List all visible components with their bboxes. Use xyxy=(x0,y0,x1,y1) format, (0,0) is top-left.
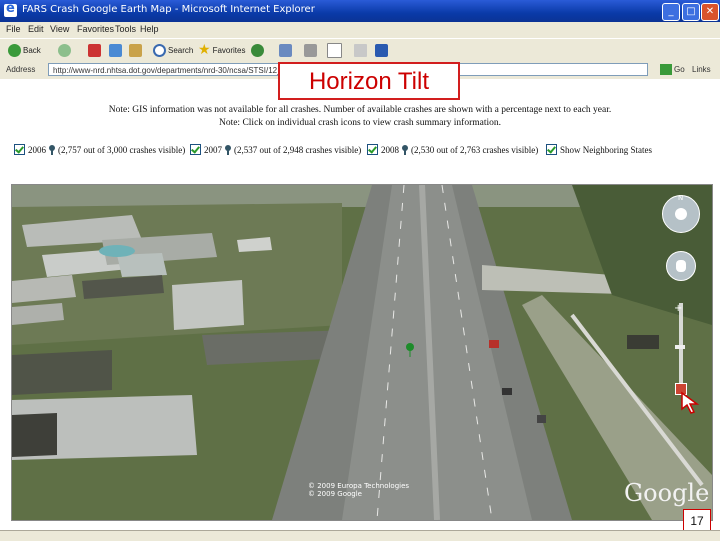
print-icon xyxy=(304,43,317,57)
menu-file[interactable]: File xyxy=(6,24,21,34)
year-count: (2,757 out of 3,000 crashes visible) xyxy=(58,144,186,155)
year-filter-row: 2006 (2,757 out of 3,000 crashes visible… xyxy=(0,143,720,159)
go-icon xyxy=(660,64,672,75)
refresh-icon xyxy=(109,43,122,57)
year-2008-toggle[interactable]: 2008 (2,530 out of 2,763 crashes visible… xyxy=(367,144,538,155)
show-neighbors-toggle[interactable]: Show Neighboring States xyxy=(546,144,652,155)
address-label: Address xyxy=(6,65,36,74)
menu-favorites[interactable]: Favorites xyxy=(77,24,114,34)
status-bar xyxy=(0,530,720,541)
note-click: Note: Click on individual crash icons to… xyxy=(218,118,502,128)
menu-edit[interactable]: Edit xyxy=(28,24,44,34)
discuss-icon xyxy=(354,43,367,57)
year-label: 2008 xyxy=(381,144,399,155)
document-icon xyxy=(327,42,342,58)
checkbox-checked[interactable] xyxy=(14,144,25,155)
aerial-imagery xyxy=(12,185,712,520)
media-button[interactable] xyxy=(251,42,264,58)
hand-icon xyxy=(676,260,686,272)
menu-bar: File Edit View Favorites Tools Help xyxy=(0,22,720,38)
year-2007-toggle[interactable]: 2007 (2,537 out of 2,948 crashes visible… xyxy=(190,144,361,155)
slide-title: Horizon Tilt xyxy=(278,62,460,100)
pin-icon xyxy=(49,144,55,155)
go-button[interactable]: Go xyxy=(674,65,685,74)
google-logo: Google xyxy=(624,479,710,507)
year-label: 2006 xyxy=(28,144,46,155)
title-bar: FARS Crash Google Earth Map - Microsoft … xyxy=(0,0,720,22)
media-icon xyxy=(251,43,264,57)
year-2006-toggle[interactable]: 2006 (2,757 out of 3,000 crashes visible… xyxy=(14,144,185,155)
edit-button[interactable] xyxy=(327,42,342,58)
back-label: Back xyxy=(23,45,41,55)
year-count: (2,537 out of 2,948 crashes visible) xyxy=(234,144,362,155)
checkbox-checked[interactable] xyxy=(546,144,557,155)
home-button[interactable] xyxy=(129,42,142,58)
menu-tools[interactable]: Tools xyxy=(115,24,136,34)
menu-help[interactable]: Help xyxy=(140,24,159,34)
search-label: Search xyxy=(168,45,194,55)
forward-button[interactable] xyxy=(58,42,71,58)
pin-icon xyxy=(402,144,408,155)
mail-icon xyxy=(279,43,292,57)
ie-icon xyxy=(4,1,17,17)
pin-icon xyxy=(225,144,231,155)
year-count: (2,530 out of 2,763 crashes visible) xyxy=(411,144,539,155)
back-button[interactable]: Back xyxy=(8,42,41,58)
zoom-thumb[interactable] xyxy=(675,345,685,349)
favorites-button[interactable]: ★ Favorites xyxy=(198,42,245,58)
earth-map[interactable]: N + © 2009 Europa Technologies © 2009 Go… xyxy=(11,184,713,521)
zoom-in-icon[interactable]: + xyxy=(674,303,682,314)
search-icon xyxy=(153,43,166,57)
toolbar: Back Search ★ Favorites xyxy=(0,38,720,62)
copyright-europa: © 2009 Europa Technologies xyxy=(308,482,410,490)
eye-icon xyxy=(675,208,687,220)
refresh-button[interactable] xyxy=(109,42,122,58)
stop-icon xyxy=(88,43,101,57)
mail-button[interactable] xyxy=(279,42,292,58)
checkbox-checked[interactable] xyxy=(367,144,378,155)
print-button[interactable] xyxy=(304,42,317,58)
checkbox-checked[interactable] xyxy=(190,144,201,155)
links-button[interactable]: Links xyxy=(692,65,711,74)
move-joystick[interactable] xyxy=(666,251,696,281)
messenger-icon xyxy=(375,43,388,57)
forward-arrow-icon xyxy=(58,43,71,57)
neighbors-label: Show Neighboring States xyxy=(560,144,652,155)
window-title: FARS Crash Google Earth Map - Microsoft … xyxy=(22,4,315,15)
discuss-button[interactable] xyxy=(354,42,367,58)
note-gis: Note: GIS information was not available … xyxy=(108,105,612,115)
copyright-google: © 2009 Google xyxy=(308,490,362,498)
star-icon: ★ xyxy=(198,42,211,58)
map-copyright: © 2009 Europa Technologies © 2009 Google xyxy=(308,482,409,498)
home-icon xyxy=(129,43,142,57)
messenger-button[interactable] xyxy=(375,42,388,58)
cursor-arrow-icon xyxy=(681,391,700,414)
minimize-button[interactable]: _ xyxy=(662,3,680,21)
look-joystick[interactable]: N xyxy=(662,194,700,233)
year-label: 2007 xyxy=(204,144,222,155)
menu-view[interactable]: View xyxy=(50,24,69,34)
search-button[interactable]: Search xyxy=(153,42,193,58)
maximize-button[interactable]: □ xyxy=(682,3,700,21)
stop-button[interactable] xyxy=(88,42,101,58)
back-arrow-icon xyxy=(8,43,21,57)
slide-page-number: 17 xyxy=(683,509,711,531)
favorites-label: Favorites xyxy=(212,45,246,55)
compass-north: N xyxy=(678,194,684,202)
close-button[interactable]: ✕ xyxy=(701,3,719,21)
